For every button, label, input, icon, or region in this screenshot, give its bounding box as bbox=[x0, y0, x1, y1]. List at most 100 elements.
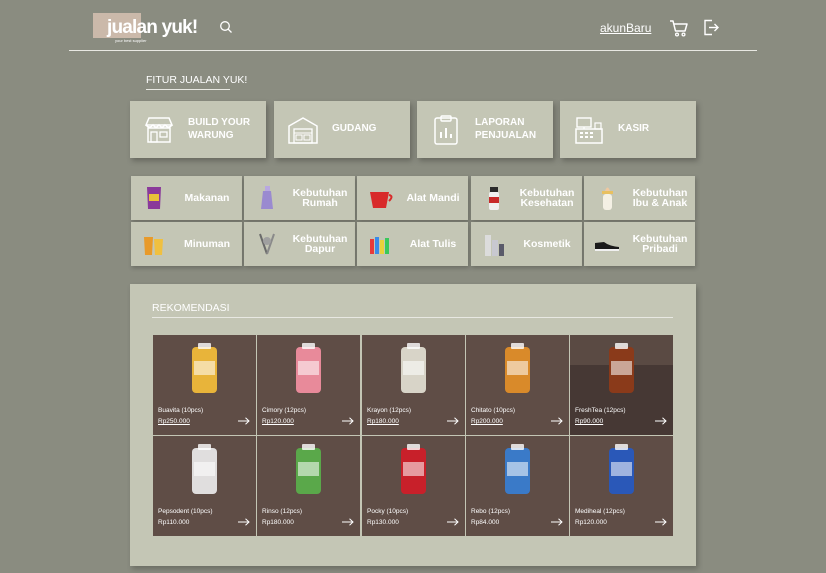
category-kebutuhan-rumah[interactable]: Kebutuhan Rumah bbox=[244, 176, 355, 220]
feature-label: LAPORAN PENJUALAN bbox=[475, 117, 537, 141]
logo[interactable]: jualan yuk! bbox=[107, 17, 198, 39]
category-ibu-anak[interactable]: Kebutuhan Ibu & Anak bbox=[584, 176, 695, 220]
feature-laporan[interactable]: LAPORAN PENJUALAN bbox=[417, 101, 553, 158]
cosmetic-icon bbox=[485, 235, 504, 256]
product-price: Rp180.000 bbox=[262, 519, 294, 526]
product-name: Rebo (12pcs) bbox=[471, 508, 511, 515]
arrow-right-icon[interactable] bbox=[447, 417, 459, 425]
category-kebutuhan-kesehatan[interactable]: Kebutuhan Kesehatan bbox=[471, 176, 582, 220]
bath-icon bbox=[370, 192, 393, 208]
feature-label: KASIR bbox=[618, 123, 650, 135]
arrow-right-icon[interactable] bbox=[238, 518, 250, 526]
category-label: Alat Mandi bbox=[406, 191, 460, 204]
category-makanan[interactable]: Makanan bbox=[131, 176, 242, 220]
category-kebutuhan-dapur[interactable]: Kebutuhan Dapur bbox=[244, 222, 355, 266]
arrow-right-icon[interactable] bbox=[551, 518, 563, 526]
category-label: Kebutuhan Pribadi bbox=[632, 232, 688, 255]
household-icon bbox=[261, 186, 273, 209]
product-name: Mediheal (12pcs) bbox=[575, 508, 625, 515]
logout-icon[interactable] bbox=[703, 19, 719, 36]
product-card[interactable]: Rebo (12pcs) Rp84.000 bbox=[466, 436, 569, 536]
product-price: Rp90.000 bbox=[575, 418, 604, 425]
baby-bottle-icon bbox=[602, 187, 613, 210]
product-card[interactable]: Cimory (12pcs) Rp120.000 bbox=[257, 335, 360, 435]
warehouse-icon bbox=[288, 117, 318, 144]
shop-icon bbox=[144, 117, 174, 143]
category-label: Makanan bbox=[184, 191, 230, 204]
arrow-right-icon[interactable] bbox=[342, 518, 354, 526]
snack-icon bbox=[147, 187, 161, 209]
product-card[interactable]: FreshTea (12pcs) Rp90.000 bbox=[570, 335, 673, 435]
product-price: Rp200.000 bbox=[471, 418, 503, 425]
product-name: Pocky (10pcs) bbox=[367, 508, 409, 515]
product-card[interactable]: Chitato (10pcs) Rp200.000 bbox=[466, 335, 569, 435]
category-label: Kosmetik bbox=[523, 237, 571, 250]
category-label: Kebutuhan Kesehatan bbox=[519, 186, 575, 209]
product-image bbox=[609, 444, 634, 494]
product-card[interactable]: Mediheal (12pcs) Rp120.000 bbox=[570, 436, 673, 536]
product-price: Rp120.000 bbox=[575, 519, 607, 526]
product-card[interactable]: Buavita (10pcs) Rp250.000 bbox=[153, 335, 256, 435]
category-label: Kebutuhan Dapur bbox=[292, 232, 348, 255]
category-minuman[interactable]: Minuman bbox=[131, 222, 242, 266]
product-card[interactable]: Krayon (12pcs) Rp180.000 bbox=[362, 335, 465, 435]
report-icon bbox=[434, 115, 458, 145]
product-price: Rp180.000 bbox=[367, 418, 399, 425]
feature-build-warung[interactable]: BUILD YOUR WARUNG bbox=[130, 101, 266, 158]
health-icon bbox=[489, 187, 499, 210]
product-name: Cimory (12pcs) bbox=[262, 407, 307, 414]
features-title: FITUR JUALAN YUK! bbox=[146, 74, 247, 90]
search-icon[interactable] bbox=[219, 20, 233, 34]
product-image bbox=[401, 444, 426, 494]
product-name: Chitato (10pcs) bbox=[471, 407, 516, 414]
product-card[interactable]: Pepsodent (10pcs) Rp110.000 bbox=[153, 436, 256, 536]
cart-icon[interactable] bbox=[669, 19, 689, 37]
category-kosmetik[interactable]: Kosmetik bbox=[471, 222, 582, 266]
arrow-right-icon[interactable] bbox=[447, 518, 459, 526]
stationery-icon bbox=[370, 237, 389, 254]
category-label: Kebutuhan Rumah bbox=[292, 186, 348, 209]
product-image bbox=[401, 343, 426, 393]
product-card[interactable]: Rinso (12pcs) Rp180.000 bbox=[257, 436, 360, 536]
arrow-right-icon[interactable] bbox=[655, 518, 667, 526]
top-navbar: jualan yuk! your best supplier akunBaru bbox=[69, 10, 757, 51]
product-image bbox=[505, 444, 530, 494]
product-image bbox=[609, 343, 634, 393]
arrow-right-icon[interactable] bbox=[551, 417, 563, 425]
feature-kasir[interactable]: KASIR bbox=[560, 101, 696, 158]
product-name: Rinso (12pcs) bbox=[262, 508, 303, 515]
logo-tagline: your best supplier bbox=[115, 38, 147, 43]
product-image bbox=[192, 444, 217, 494]
product-image bbox=[505, 343, 530, 393]
account-link[interactable]: akunBaru bbox=[600, 21, 651, 35]
feature-label: GUDANG bbox=[332, 123, 377, 135]
feature-label: BUILD YOUR WARUNG bbox=[188, 117, 251, 141]
product-price: Rp120.000 bbox=[262, 418, 294, 425]
recommendation-title: REKOMENDASI bbox=[152, 302, 673, 318]
shoe-icon bbox=[595, 242, 619, 251]
product-price: Rp110.000 bbox=[158, 519, 190, 526]
arrow-right-icon[interactable] bbox=[238, 417, 250, 425]
category-label: Alat Tulis bbox=[409, 237, 457, 250]
product-image bbox=[192, 343, 217, 393]
cashier-icon bbox=[575, 117, 603, 144]
product-name: Buavita (10pcs) bbox=[158, 407, 204, 414]
product-image bbox=[296, 343, 321, 393]
product-name: Pepsodent (10pcs) bbox=[158, 508, 213, 515]
category-alat-mandi[interactable]: Alat Mandi bbox=[357, 176, 468, 220]
category-label: Kebutuhan Ibu & Anak bbox=[632, 186, 688, 209]
category-alat-tulis[interactable]: Alat Tulis bbox=[357, 222, 468, 266]
kitchen-icon bbox=[259, 233, 275, 255]
arrow-right-icon[interactable] bbox=[342, 417, 354, 425]
product-image bbox=[296, 444, 321, 494]
category-kebutuhan-pribadi[interactable]: Kebutuhan Pribadi bbox=[584, 222, 695, 266]
feature-gudang[interactable]: GUDANG bbox=[274, 101, 410, 158]
product-price: Rp84.000 bbox=[471, 519, 500, 526]
product-price: Rp250.000 bbox=[158, 418, 190, 425]
drink-icon bbox=[144, 237, 163, 255]
arrow-right-icon[interactable] bbox=[655, 417, 667, 425]
product-price: Rp130.000 bbox=[367, 519, 399, 526]
product-name: FreshTea (12pcs) bbox=[575, 407, 626, 414]
product-card[interactable]: Pocky (10pcs) Rp130.000 bbox=[362, 436, 465, 536]
product-name: Krayon (12pcs) bbox=[367, 407, 412, 414]
